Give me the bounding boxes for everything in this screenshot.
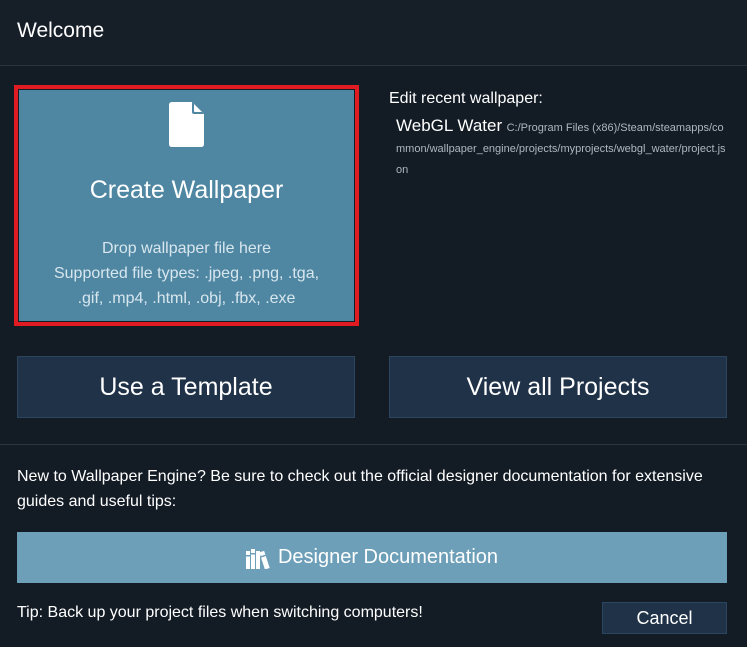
cancel-button[interactable]: Cancel (602, 602, 727, 634)
tip-text: Tip: Back up your project files when swi… (17, 604, 423, 621)
designer-documentation-button[interactable]: Designer Documentation (17, 532, 727, 583)
books-icon (245, 548, 270, 569)
file-icon (169, 102, 204, 147)
recent-wallpaper-label: Edit recent wallpaper: (389, 90, 543, 107)
recent-wallpaper-name: WebGL Water (396, 116, 503, 135)
supported-types-line1: Supported file types: .jpeg, .png, .tga, (53, 265, 320, 282)
create-wallpaper-button[interactable]: Create Wallpaper Drop wallpaper file her… (19, 90, 354, 321)
dialog-header: Welcome (0, 0, 747, 66)
drop-zone-text: Drop wallpaper file here Supported file … (19, 236, 354, 311)
section-divider (0, 444, 747, 445)
dialog-title: Welcome (17, 19, 105, 42)
designer-documentation-label: Designer Documentation (277, 546, 499, 568)
drop-hint: Drop wallpaper file here (102, 240, 271, 257)
use-template-button[interactable]: Use a Template (17, 356, 355, 418)
view-all-projects-button[interactable]: View all Projects (389, 356, 727, 418)
recent-wallpaper-item[interactable]: WebGL Water C:/Program Files (x86)/Steam… (396, 116, 726, 180)
create-wallpaper-title: Create Wallpaper (89, 176, 284, 204)
documentation-info-text: New to Wallpaper Engine? Be sure to chec… (17, 468, 703, 510)
supported-types-line2: .gif, .mp4, .html, .obj, .fbx, .exe (77, 290, 296, 307)
